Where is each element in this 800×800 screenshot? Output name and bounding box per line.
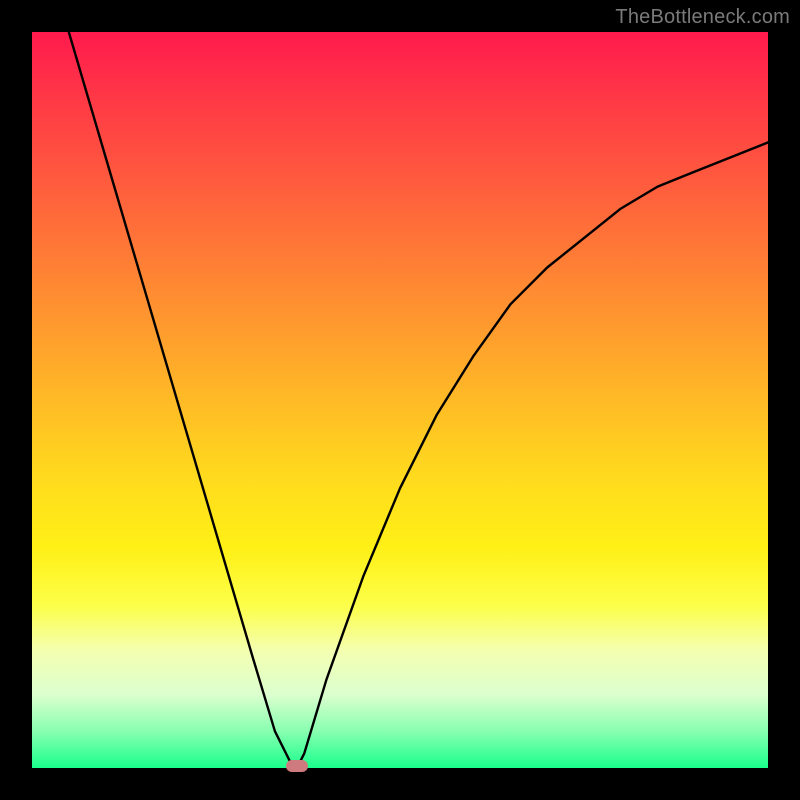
plot-area [32, 32, 768, 768]
chart-frame: TheBottleneck.com [0, 0, 800, 800]
minimum-marker [286, 760, 308, 772]
bottleneck-curve [32, 32, 768, 768]
watermark-text: TheBottleneck.com [615, 6, 790, 29]
